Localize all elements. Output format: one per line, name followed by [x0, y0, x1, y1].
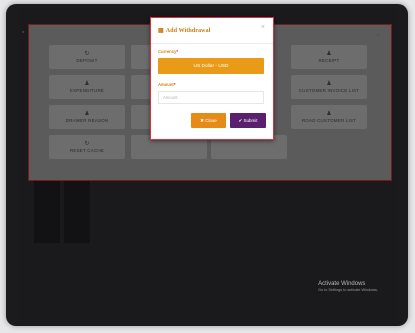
- drawer-icon: ♟: [84, 111, 90, 117]
- windows-watermark: Activate Windows Go to Settings to activ…: [318, 281, 378, 292]
- receipt-label: RECEIPT: [318, 58, 340, 63]
- amount-label-text: Amount: [158, 82, 174, 87]
- drawer-reason-button[interactable]: ♟ DRAWER REASON: [49, 105, 125, 129]
- customer-invoice-list-button[interactable]: ♟ CUSTOMER INVOICE LIST: [291, 75, 367, 99]
- road-customer-list-button[interactable]: ♟ ROAD CUSTOMER LIST: [291, 105, 367, 129]
- modal-footer: ✖ Close ✔ Submit: [151, 113, 273, 128]
- reset-cache-icon: ↻: [84, 141, 90, 147]
- required-marker: *: [176, 49, 179, 54]
- submit-button[interactable]: ✔ Submit: [230, 113, 266, 128]
- expenditure-button[interactable]: ♟ EXPENDITURE: [49, 75, 125, 99]
- reset-cache-label: RESET CACHE: [69, 148, 105, 153]
- currency-label: Currency*: [158, 49, 266, 54]
- currency-select[interactable]: US Dollar - USD: [158, 58, 264, 74]
- invoice-label: CUSTOMER INVOICE LIST: [298, 88, 360, 93]
- expenditure-icon: ♟: [84, 81, 90, 87]
- drawer-label: DRAWER REASON: [65, 118, 109, 123]
- close-icon[interactable]: ×: [261, 24, 265, 31]
- receipt-icon: ♟: [326, 51, 332, 57]
- close-button[interactable]: ✖ Close: [191, 113, 226, 128]
- road-customer-label: ROAD CUSTOMER LIST: [301, 118, 357, 123]
- reset-cache-button[interactable]: ↻ RESET CACHE: [49, 135, 125, 159]
- add-withdrawal-modal: ▦ Add Withdrawal × Currency* US Dollar -…: [150, 17, 274, 140]
- currency-label-text: Currency: [158, 49, 177, 54]
- panel-close-icon[interactable]: ×: [376, 33, 380, 39]
- withdrawal-icon: ▦: [158, 28, 164, 34]
- required-marker: *: [173, 82, 176, 87]
- expenditure-label: EXPENDITURE: [69, 88, 105, 93]
- stat-box-2: [64, 181, 90, 243]
- deposit-label: DEPOSIT: [76, 58, 98, 63]
- watermark-subtitle: Go to Settings to activate Windows.: [318, 288, 378, 292]
- road-customer-icon: ♟: [326, 111, 332, 117]
- modal-body: Currency* US Dollar - USD Amount* Amount: [151, 44, 273, 104]
- side-label: ■: [22, 29, 25, 34]
- stat-box-1: [34, 181, 60, 243]
- modal-header: ▦ Add Withdrawal ×: [151, 18, 273, 44]
- amount-input[interactable]: Amount: [158, 91, 264, 104]
- modal-title-text: Add Withdrawal: [165, 27, 211, 34]
- receipt-button[interactable]: ♟ RECEIPT: [291, 45, 367, 69]
- invoice-icon: ♟: [326, 81, 332, 87]
- watermark-title: Activate Windows: [318, 281, 366, 287]
- amount-label: Amount*: [158, 82, 266, 87]
- deposit-button[interactable]: ↻ DEPOSIT: [49, 45, 125, 69]
- modal-title: ▦ Add Withdrawal: [158, 27, 210, 34]
- deposit-icon: ↻: [84, 51, 90, 57]
